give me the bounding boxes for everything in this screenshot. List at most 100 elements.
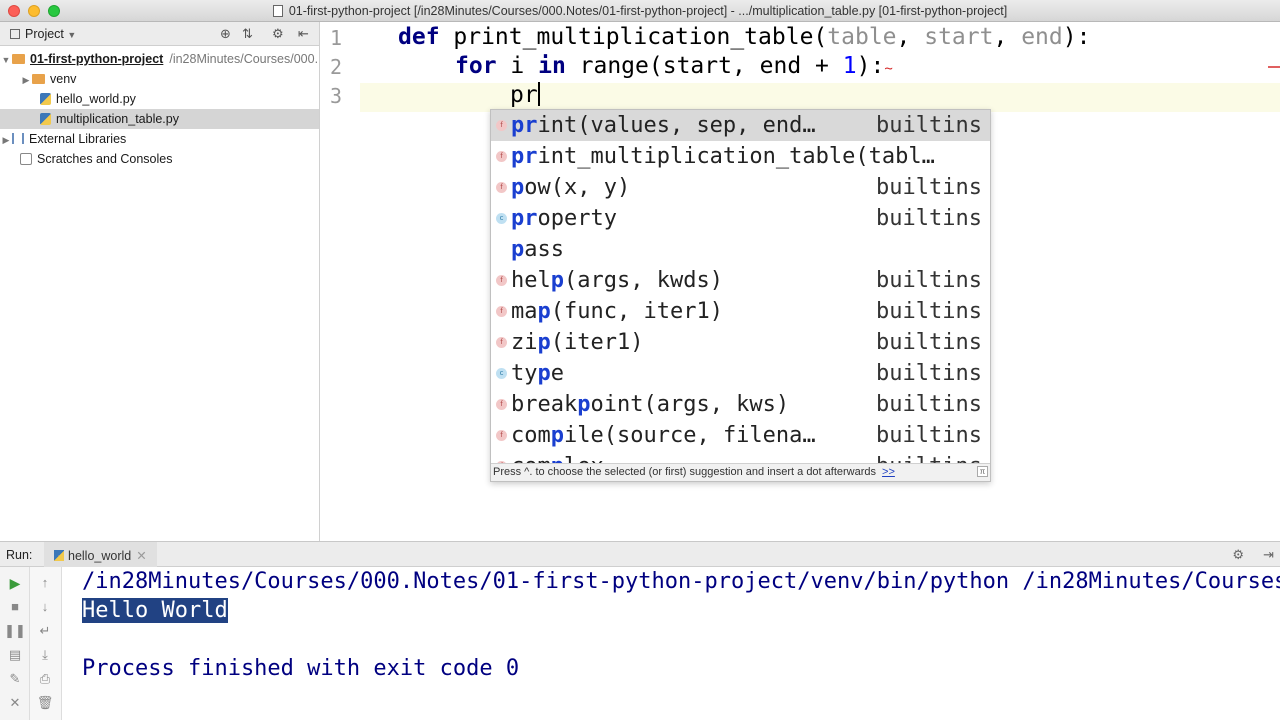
project-view-selector[interactable]: Project ▼: [10, 27, 76, 41]
completion-hint-bar: Press ^. to choose the selected (or firs…: [491, 463, 990, 481]
completion-item[interactable]: f print_multiplication_table(tabl…: [491, 141, 990, 172]
close-icon[interactable]: ✕: [0, 695, 30, 711]
code-line-2[interactable]: for i in range(start, end + 1):~: [455, 53, 893, 79]
completion-more-link[interactable]: >>: [882, 466, 895, 478]
tree-item-label: venv: [50, 72, 77, 86]
run-tab-hello-world[interactable]: hello_world ✕: [44, 542, 157, 567]
function-icon: f: [496, 399, 507, 410]
tree-item-venv[interactable]: ▶ venv: [0, 69, 319, 89]
function-icon: f: [496, 337, 507, 348]
completion-item[interactable]: pass: [491, 234, 990, 265]
close-icon[interactable]: ✕: [136, 549, 146, 563]
hide-panel-icon[interactable]: ⇥: [1263, 547, 1274, 563]
arrow-down-icon[interactable]: ↓: [30, 599, 60, 614]
arrow-up-icon[interactable]: ↑: [30, 575, 60, 590]
pi-icon[interactable]: π: [977, 466, 988, 477]
tree-item-external-libraries[interactable]: ▶ External Libraries: [0, 129, 319, 149]
tree-item-scratches[interactable]: Scratches and Consoles: [0, 149, 319, 169]
gear-icon[interactable]: ⚙: [272, 26, 284, 42]
tree-item-multiplication-table[interactable]: multiplication_table.py: [0, 109, 319, 129]
tree-item-label: hello_world.py: [56, 92, 136, 106]
python-file-icon: [40, 113, 51, 125]
folder-icon: [32, 74, 45, 84]
completion-item[interactable]: c type builtins: [491, 358, 990, 389]
expand-arrow-icon[interactable]: ▶: [0, 130, 12, 149]
completion-item[interactable]: f print(values, sep, end… builtins: [491, 110, 990, 141]
layout-icon[interactable]: ▤: [0, 647, 30, 663]
project-panel: Project ▼ ⊕ ⇅ ⚙ ⇤ ▼ 01-first-python-proje…: [0, 22, 320, 541]
line-number: 1: [329, 26, 342, 50]
current-line-highlight: [360, 83, 1280, 112]
expand-arrow-icon[interactable]: ▶: [20, 70, 32, 89]
run-tab-label: hello_world: [68, 549, 132, 563]
completion-item-name: map(func, iter1): [511, 299, 723, 324]
function-icon: f: [496, 275, 507, 286]
completion-item-origin: builtins: [876, 299, 982, 324]
python-file-icon: [54, 550, 64, 561]
function-icon: f: [496, 430, 507, 441]
completion-item-origin: builtins: [876, 206, 982, 231]
completion-item-origin: builtins: [876, 361, 982, 386]
function-icon: f: [496, 151, 507, 162]
completion-hint-text: Press ^. to choose the selected (or firs…: [493, 466, 877, 478]
completion-item-name: help(args, kwds): [511, 268, 723, 293]
collapse-icon[interactable]: ⇅: [242, 26, 253, 42]
tree-item-label: Scratches and Consoles: [37, 152, 173, 166]
project-name: 01-first-python-project: [30, 52, 164, 66]
completion-item-name: property: [511, 206, 617, 231]
class-icon: c: [496, 213, 507, 224]
completion-item[interactable]: c property builtins: [491, 203, 990, 234]
run-panel-header: Run: hello_world ✕ ⚙ ⇥: [0, 542, 1280, 567]
line-number: 2: [329, 55, 342, 79]
python-file-icon: [40, 93, 51, 105]
completion-item-origin: builtins: [876, 392, 982, 417]
run-toolbar-secondary: ↑ ↓ ↵ ⤓ ⎙ 🗑: [30, 567, 62, 720]
folder-icon: [12, 54, 25, 64]
window-titlebar: 01-first-python-project [/in28Minutes/Co…: [0, 0, 1280, 22]
error-stripe-marker[interactable]: [1268, 66, 1280, 68]
completion-item[interactable]: f compile(source, filena… builtins: [491, 420, 990, 451]
code-line-3[interactable]: pr: [510, 82, 540, 108]
function-icon: f: [496, 306, 507, 317]
soft-wrap-icon[interactable]: ↵: [30, 623, 60, 639]
completion-item[interactable]: f breakpoint(args, kws) builtins: [491, 389, 990, 420]
run-label: Run:: [6, 548, 33, 562]
gear-icon[interactable]: ⚙: [1232, 547, 1244, 563]
console-output[interactable]: /in28Minutes/Courses/000.Notes/01-first-…: [82, 567, 1280, 720]
settings-icon[interactable]: ✎: [0, 671, 30, 687]
scroll-to-end-icon[interactable]: ⤓: [30, 647, 60, 663]
print-icon[interactable]: ⎙: [30, 671, 60, 687]
expand-arrow-icon[interactable]: ▼: [0, 50, 12, 69]
library-icon: [12, 133, 24, 144]
project-toolbar: Project ▼ ⊕ ⇅ ⚙ ⇤: [0, 22, 319, 46]
text-caret: [537, 82, 540, 106]
scratch-icon: [20, 153, 32, 165]
tree-item-hello-world[interactable]: hello_world.py: [0, 89, 319, 109]
target-icon[interactable]: ⊕: [220, 26, 231, 42]
rerun-icon[interactable]: ▶: [0, 575, 30, 592]
code-completion-popup[interactable]: f print(values, sep, end… builtins f print_m…: [490, 109, 991, 482]
stop-icon[interactable]: ■: [0, 599, 30, 614]
completion-item-name: print_multiplication_table(tabl…: [511, 144, 935, 169]
chevron-down-icon: ▼: [67, 30, 77, 40]
completion-item-origin: builtins: [876, 175, 982, 200]
trash-icon[interactable]: 🗑: [30, 695, 60, 711]
completion-item[interactable]: f help(args, kwds) builtins: [491, 265, 990, 296]
completion-item[interactable]: f map(func, iter1) builtins: [491, 296, 990, 327]
project-icon: [10, 29, 20, 39]
tree-item-label: multiplication_table.py: [56, 112, 179, 126]
completion-item-origin: builtins: [876, 268, 982, 293]
completion-item[interactable]: f pow(x, y) builtins: [491, 172, 990, 203]
completion-item-name: print(values, sep, end…: [511, 113, 816, 138]
code-line-1[interactable]: def print_multiplication_table(table, st…: [398, 24, 1090, 50]
console-output-line: Hello World: [82, 598, 228, 623]
tree-root-project[interactable]: ▼ 01-first-python-project/in28Minutes/Cou…: [0, 49, 319, 69]
console-exit-line: Process finished with exit code 0: [82, 656, 520, 681]
console-command-line: /in28Minutes/Courses/000.Notes/01-first-…: [82, 569, 1280, 594]
function-icon: f: [496, 182, 507, 193]
function-icon: f: [496, 120, 507, 131]
hide-panel-icon[interactable]: ⇤: [298, 26, 309, 42]
pause-icon[interactable]: ❚❚: [0, 623, 30, 639]
completion-item[interactable]: f zip(iter1) builtins: [491, 327, 990, 358]
completion-item-name: type: [511, 361, 564, 386]
